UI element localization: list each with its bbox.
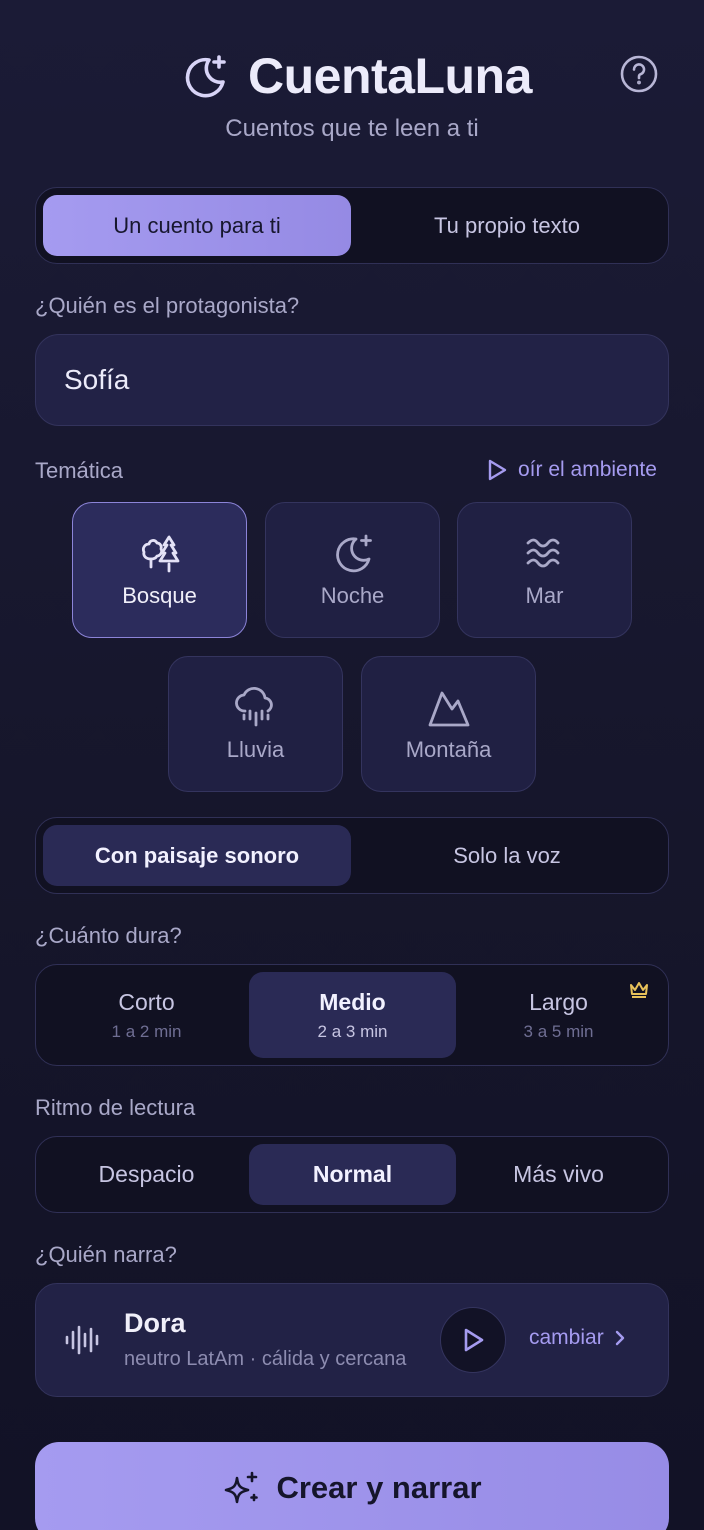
sound-toggle: Con paisaje sonoro Solo la voz [35, 817, 669, 894]
tab-solo-la-voz[interactable]: Solo la voz [353, 825, 661, 886]
duration-name: Largo [529, 988, 588, 1015]
play-icon [486, 458, 508, 482]
narrator-label: ¿Quién narra? [35, 1242, 177, 1267]
rhythm-selector: Despacio Normal Más vivo [35, 1136, 669, 1213]
tab-con-paisaje-sonoro[interactable]: Con paisaje sonoro [43, 825, 351, 886]
duration-selector: Corto 1 a 2 min Medio 2 a 3 min Largo 3 … [35, 964, 669, 1066]
tab-un-cuento-para-ti[interactable]: Un cuento para ti [43, 195, 351, 256]
rhythm-option-despacio[interactable]: Despacio [43, 1144, 250, 1205]
chevron-right-icon [614, 1329, 626, 1347]
duration-range: 3 a 5 min [523, 1021, 594, 1041]
theme-label-mar: Mar [525, 583, 564, 608]
rain-cloud-icon [233, 685, 279, 731]
narrator-description: neutro LatAm · cálida y cercana [124, 1348, 407, 1370]
theme-card-lluvia[interactable]: Lluvia [168, 656, 343, 792]
theme-card-mar[interactable]: Mar [457, 502, 632, 638]
ambient-link-label: oír el ambiente [518, 458, 657, 481]
create-and-narrate-label: Crear y narrar [276, 1470, 482, 1505]
sparkles-icon [222, 1470, 260, 1508]
change-narrator-link[interactable]: cambiar [529, 1326, 626, 1350]
duration-range: 2 a 3 min [317, 1021, 388, 1041]
theme-label: Temática [35, 458, 124, 483]
help-button[interactable] [619, 54, 659, 94]
theme-label-noche: Noche [320, 583, 385, 608]
duration-name: Corto [118, 988, 175, 1015]
theme-label-bosque: Bosque [122, 583, 197, 608]
narrator-preview-button[interactable] [440, 1307, 506, 1373]
app-title: CuentaLuna [248, 48, 532, 104]
change-narrator-label: cambiar [529, 1326, 604, 1349]
tab-tu-propio-texto[interactable]: Tu propio texto [353, 195, 661, 256]
protagonist-label: ¿Quién es el protagonista? [35, 293, 300, 318]
mode-toggle: Un cuento para ti Tu propio texto [35, 187, 669, 264]
theme-card-noche[interactable]: Noche [265, 502, 440, 638]
theme-card-bosque[interactable]: Bosque [72, 502, 247, 638]
moon-icon [330, 531, 376, 577]
trees-icon [137, 531, 183, 577]
theme-label-montana: Montaña [405, 737, 492, 762]
protagonist-input[interactable] [35, 334, 669, 426]
mountain-icon [426, 685, 472, 731]
duration-range: 1 a 2 min [111, 1021, 182, 1041]
crown-icon [628, 979, 650, 999]
theme-label-lluvia: Lluvia [226, 737, 285, 762]
rhythm-option-mas-vivo[interactable]: Más vivo [455, 1144, 662, 1205]
rhythm-label: Ritmo de lectura [35, 1095, 196, 1120]
duration-option-medio[interactable]: Medio 2 a 3 min [249, 972, 456, 1058]
duration-option-corto[interactable]: Corto 1 a 2 min [43, 972, 250, 1058]
duration-label: ¿Cuánto dura? [35, 923, 182, 948]
app-subtitle: Cuentos que te leen a ti [225, 115, 479, 142]
rhythm-option-normal[interactable]: Normal [249, 1144, 456, 1205]
theme-card-montana[interactable]: Montaña [361, 656, 536, 792]
moon-sparkle-icon [180, 52, 230, 102]
create-and-narrate-button[interactable]: Crear y narrar [35, 1442, 669, 1530]
waves-icon [522, 531, 568, 577]
narrator-card: Dora neutro LatAm · cálida y cercana cam… [35, 1283, 669, 1397]
voice-wave-icon [64, 1321, 102, 1359]
narrator-name: Dora [124, 1308, 186, 1338]
play-ambient-link[interactable]: oír el ambiente [486, 458, 657, 482]
duration-name: Medio [319, 988, 386, 1015]
play-icon [460, 1326, 486, 1354]
